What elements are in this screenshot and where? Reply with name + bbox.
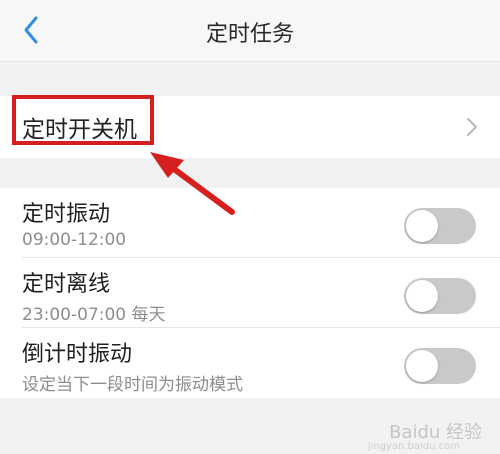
item-title: 定时离线	[22, 272, 111, 297]
page-title: 定时任务	[205, 22, 294, 47]
task-list: 定时振动 09:00-12:00 定时离线 23:00-07:00 每天 倒计时…	[0, 188, 500, 398]
item-subtitle: 23:00-07:00 每天	[22, 305, 166, 325]
countdown-vibrate-toggle[interactable]	[404, 348, 476, 384]
toggle-knob	[406, 350, 438, 382]
item-title: 倒计时振动	[22, 342, 133, 367]
item-subtitle: 09:00-12:00	[22, 230, 127, 250]
toggle-knob	[406, 210, 438, 242]
watermark-url: jingyan.baidu.com	[367, 441, 460, 452]
annotation-highlight-box	[12, 95, 154, 145]
section-spacer	[0, 62, 500, 96]
list-item-countdown-vibrate[interactable]: 倒计时振动 设定当下一段时间为振动模式	[0, 328, 500, 398]
list-item-offline-schedule[interactable]: 定时离线 23:00-07:00 每天	[0, 258, 500, 328]
vibrate-schedule-toggle[interactable]	[404, 208, 476, 244]
item-subtitle: 设定当下一段时间为振动模式	[22, 375, 243, 395]
section-spacer	[0, 158, 500, 188]
top-bar: 定时任务	[0, 0, 500, 62]
list-item-vibrate-schedule[interactable]: 定时振动 09:00-12:00	[0, 188, 500, 258]
offline-schedule-toggle[interactable]	[404, 278, 476, 314]
item-title: 定时振动	[22, 202, 111, 227]
chevron-right-icon	[467, 118, 477, 136]
toggle-knob	[406, 280, 438, 312]
